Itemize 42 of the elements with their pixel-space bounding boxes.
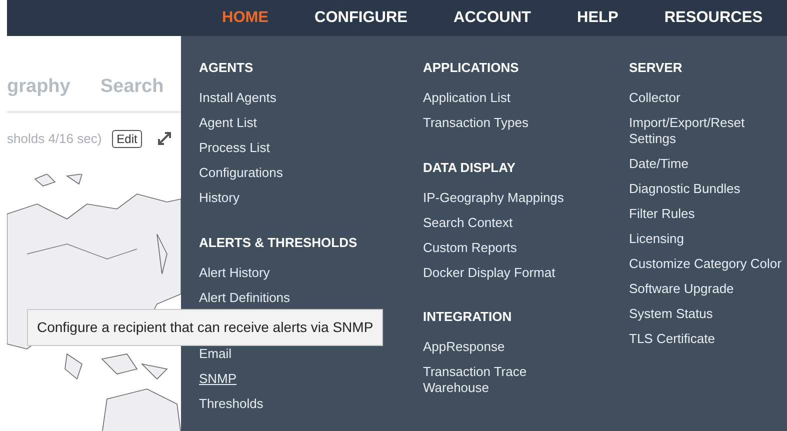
menu-item[interactable]: Date/Time: [629, 152, 787, 176]
menu-item[interactable]: Install Agents: [199, 86, 405, 110]
menu-item[interactable]: Alert History: [199, 260, 405, 285]
menu-item[interactable]: AppResponse: [423, 334, 573, 360]
tooltip: Configure a recipient that can receive alerts via SNMP: [27, 309, 384, 346]
menu-item[interactable]: Thresholds: [199, 391, 405, 416]
menu-item[interactable]: Alert Definitions: [199, 285, 405, 310]
menu-item[interactable]: Search Context: [423, 210, 573, 235]
menu-item[interactable]: IP-Geography Mappings: [423, 185, 573, 210]
menu-item[interactable]: Application List: [423, 86, 573, 110]
menu-item[interactable]: Import/Export/Reset Settings: [629, 110, 787, 152]
section-heading: SERVER: [629, 59, 684, 77]
menu-item[interactable]: Custom Reports: [423, 235, 573, 260]
menu-item[interactable]: Filter Rules: [629, 202, 787, 226]
expand-icon[interactable]: [158, 132, 172, 146]
section-heading: ALERTS & THRESHOLDS: [199, 234, 358, 252]
menu-item[interactable]: Configurations: [199, 160, 405, 186]
nav-tab[interactable]: ACCOUNT: [454, 6, 531, 30]
menu-item[interactable]: Agent List: [199, 110, 405, 136]
menu-item[interactable]: Docker Display Format: [423, 260, 573, 285]
menu-item[interactable]: TLS Certificate: [629, 326, 787, 352]
menu-item[interactable]: Licensing: [629, 226, 787, 252]
menu-item[interactable]: Transaction Types: [423, 110, 573, 136]
menu-item[interactable]: Collector: [629, 86, 787, 110]
section-heading: APPLICATIONS: [423, 59, 520, 77]
section-heading: INTEGRATION: [423, 308, 513, 326]
nav-tab[interactable]: HOME: [222, 6, 268, 30]
menu-item[interactable]: System Status: [629, 302, 787, 326]
section-heading: AGENTS: [199, 59, 254, 77]
menu-item[interactable]: Customize Category Color: [629, 252, 787, 276]
status-text: sholds 4/16 sec): [7, 130, 102, 148]
menu-item[interactable]: SNMP: [199, 366, 405, 391]
section-heading: DATA DISPLAY: [423, 158, 516, 176]
edit-button[interactable]: Edit: [112, 130, 142, 148]
menu-item[interactable]: Transaction Trace Warehouse: [423, 360, 573, 400]
menu-item[interactable]: Diagnostic Bundles: [629, 176, 787, 202]
nav-tab[interactable]: CONFIGURE: [314, 6, 408, 30]
nav-tab[interactable]: RESOURCES: [664, 6, 763, 30]
menu-item[interactable]: History: [199, 186, 405, 210]
menu-item[interactable]: Software Upgrade: [629, 276, 787, 302]
menu-item[interactable]: Process List: [199, 136, 405, 160]
nav-tab[interactable]: HELP: [577, 6, 618, 30]
